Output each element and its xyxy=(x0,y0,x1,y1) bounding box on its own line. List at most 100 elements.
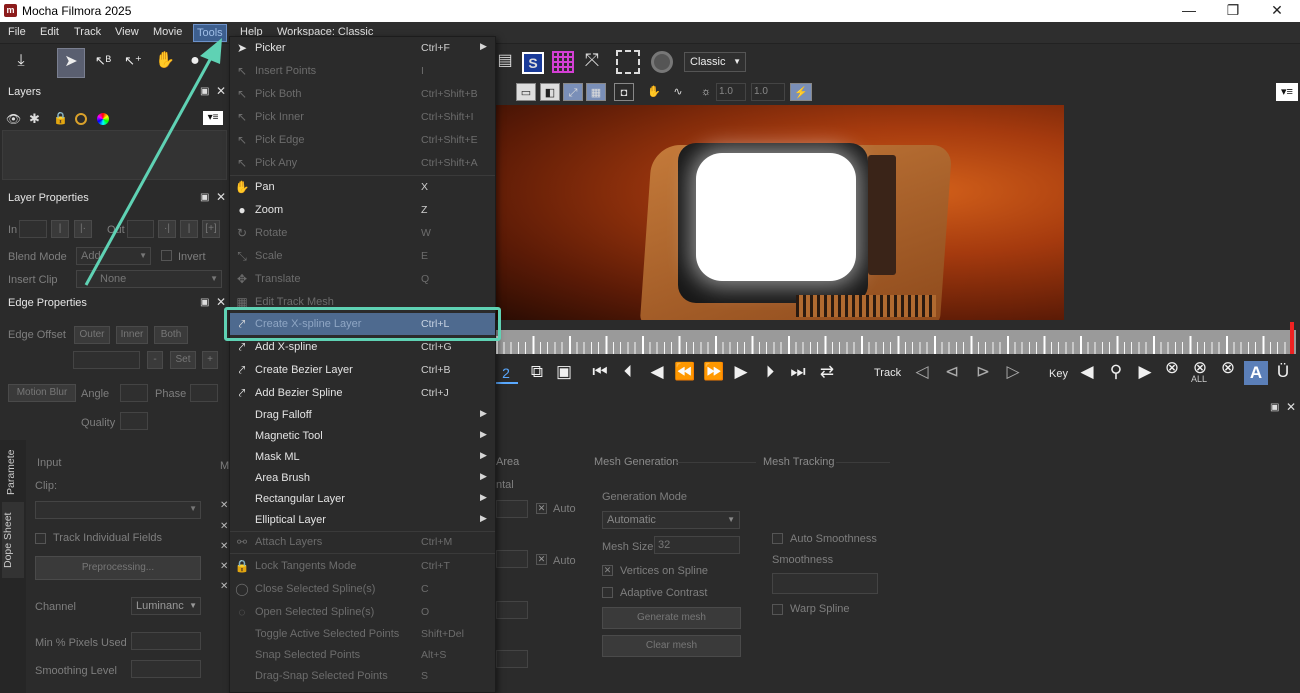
brightness-icon[interactable]: ☼ xyxy=(696,83,716,101)
menu-item-snap-selected-points[interactable]: Snap Selected Points Alt+S xyxy=(230,644,495,666)
x-checkbox-icon[interactable]: ✕ xyxy=(220,541,228,552)
blend-mode-select[interactable]: Add ▼ xyxy=(76,247,151,265)
in-field[interactable] xyxy=(19,220,47,238)
x-checkbox-icon[interactable]: ✕ xyxy=(220,521,228,532)
delete-key-icon[interactable]: ⊗ xyxy=(1161,358,1183,378)
zoom-tool-icon[interactable]: ● xyxy=(182,48,208,74)
umlaut-u-icon[interactable]: Ü xyxy=(1272,362,1294,382)
track-forward-icon[interactable]: ▷ xyxy=(1002,362,1024,382)
insert-clip-select[interactable]: None ▼ xyxy=(76,270,222,288)
pointer-plus-tool-icon[interactable]: ↖⁺ xyxy=(120,48,146,74)
set-out-icon[interactable]: ▣ xyxy=(553,362,575,382)
loop-icon[interactable]: ⇄ xyxy=(816,362,838,382)
float-panel-icon[interactable]: ▣ xyxy=(1270,402,1279,413)
angle-field[interactable] xyxy=(120,384,148,402)
menu-item-scale[interactable]: ⤡ Scale E xyxy=(230,245,495,267)
adaptive-contrast-checkbox[interactable] xyxy=(602,587,613,598)
menu-item-close-selected-splines[interactable]: ◯ Close Selected Spline(s) C xyxy=(230,578,495,600)
play-backward-icon[interactable]: ◀ xyxy=(646,362,668,382)
step-forward-icon[interactable]: ⏩ xyxy=(703,362,725,382)
track-backward-icon[interactable]: ◁ xyxy=(911,362,933,382)
gain-field[interactable]: 1.0 xyxy=(716,83,746,101)
area-field-2[interactable] xyxy=(496,550,528,568)
grid-partial-icon[interactable]: ▤ xyxy=(495,52,515,72)
menu-item-zoom[interactable]: ● Zoom Z xyxy=(230,199,495,221)
out-range-button[interactable]: [+] xyxy=(202,220,220,238)
cog-icon[interactable]: ✱ xyxy=(29,111,40,127)
color-wheel-icon[interactable] xyxy=(97,113,109,125)
timeline-ruler[interactable] xyxy=(496,322,1296,354)
menu-tools[interactable]: Tools xyxy=(193,24,227,42)
lock-icon[interactable]: 🔒 xyxy=(53,111,68,125)
phase-field[interactable] xyxy=(190,384,218,402)
out-goto-button[interactable]: ·| xyxy=(158,220,176,238)
menu-item-elliptical-layer[interactable]: Elliptical Layer ▶ xyxy=(230,509,495,531)
menu-item-pick-inner[interactable]: ↖ Pick Inner Ctrl+Shift+I xyxy=(230,106,495,128)
hand-tool-icon[interactable]: ✋ xyxy=(152,48,178,74)
in-goto-button[interactable]: |· xyxy=(74,220,92,238)
float-panel-icon[interactable]: ▣ xyxy=(200,297,209,308)
layer-menu-icon[interactable]: ▾≡ xyxy=(203,111,223,125)
menu-item-rectangular-layer[interactable]: Rectangular Layer ▶ xyxy=(230,488,495,510)
menu-view[interactable]: View xyxy=(115,26,139,38)
menu-item-area-brush[interactable]: Area Brush ▶ xyxy=(230,467,495,489)
menu-item-lock-tangents-mode[interactable]: 🔒 Lock Tangents Mode Ctrl+T xyxy=(230,555,495,577)
menu-item-pick-both[interactable]: ↖ Pick Both Ctrl+Shift+B xyxy=(230,83,495,105)
menu-track[interactable]: Track xyxy=(74,26,101,38)
menu-item-open-selected-splines[interactable]: ◌ Open Selected Spline(s) O xyxy=(230,601,495,623)
float-panel-icon[interactable]: ▣ xyxy=(200,192,209,203)
viewer-menu-icon[interactable]: ▾≡ xyxy=(1276,83,1298,101)
x-checkbox-icon[interactable]: ✕ xyxy=(220,561,228,572)
snapshot-icon[interactable]: ◘ xyxy=(614,83,634,101)
reference-icon[interactable] xyxy=(651,51,673,73)
auto-checkbox-1[interactable]: ✕ xyxy=(536,503,547,514)
area-field-3[interactable] xyxy=(496,601,528,619)
flash-icon[interactable]: ⚡ xyxy=(790,83,812,101)
inner-button[interactable]: Inner xyxy=(116,326,148,344)
smoothing-level-field[interactable] xyxy=(131,660,201,678)
in-set-button[interactable]: | xyxy=(51,220,69,238)
go-start-icon[interactable]: ⏮ xyxy=(589,362,611,382)
curve-icon[interactable]: ∿ xyxy=(668,83,688,101)
decrement-button[interactable]: - xyxy=(147,351,163,369)
warp-spline-checkbox[interactable] xyxy=(772,604,783,615)
menu-item-create-bezier-layer[interactable]: ⤤ Create Bezier Layer Ctrl+B xyxy=(230,359,495,381)
add-key-icon[interactable]: ⚲ xyxy=(1105,362,1127,382)
menu-item-drag-snap-selected-points[interactable]: Drag-Snap Selected Points S xyxy=(230,665,495,687)
invert-checkbox[interactable] xyxy=(161,250,172,261)
step-forward-key-icon[interactable]: ⏵ xyxy=(759,362,781,382)
color-ring-icon[interactable] xyxy=(75,113,87,125)
menu-edit[interactable]: Edit xyxy=(40,26,59,38)
area-field-1[interactable] xyxy=(496,500,528,518)
outer-button[interactable]: Outer xyxy=(74,326,110,344)
menu-item-pick-edge[interactable]: ↖ Pick Edge Ctrl+Shift+E xyxy=(230,129,495,151)
tab-parameters[interactable]: Paramete xyxy=(5,445,21,495)
close-panel-icon[interactable]: ✕ xyxy=(216,84,226,98)
x-checkbox-icon[interactable]: ✕ xyxy=(220,581,228,592)
x-checkbox-icon[interactable]: ✕ xyxy=(220,500,228,511)
both-button[interactable]: Both xyxy=(154,326,188,344)
out-set-button[interactable]: | xyxy=(180,220,198,238)
preprocessing-button[interactable]: Preprocessing... xyxy=(35,556,201,580)
quality-field[interactable] xyxy=(120,412,148,430)
menu-item-pick-any[interactable]: ↖ Pick Any Ctrl+Shift+A xyxy=(230,152,495,174)
generate-mesh-button[interactable]: Generate mesh xyxy=(602,607,741,629)
save-icon[interactable]: ⤓ xyxy=(8,48,34,74)
menu-item-toggle-active-selected-points[interactable]: Toggle Active Selected Points Shift+Del xyxy=(230,623,495,645)
fit-view-icon[interactable]: ⤧ xyxy=(581,51,603,73)
min-pixels-field[interactable] xyxy=(131,632,201,650)
auto-key-icon[interactable]: A xyxy=(1244,361,1268,385)
stabilize-s-icon[interactable]: S xyxy=(522,52,544,74)
visibility-icon[interactable]: 👁 xyxy=(6,112,21,126)
spline-view-icon[interactable]: ⤢ xyxy=(563,83,583,101)
generation-mode-select[interactable]: Automatic ▼ xyxy=(602,511,740,529)
vertices-on-spline-checkbox[interactable]: ✕ xyxy=(602,565,613,576)
step-back-key-icon[interactable]: ⏴ xyxy=(617,362,639,382)
crop-icon[interactable] xyxy=(616,50,640,74)
maximize-button[interactable]: ❐ xyxy=(1210,0,1256,22)
set-button[interactable]: Set xyxy=(170,351,196,369)
layers-list[interactable] xyxy=(2,130,227,180)
track-step-back-icon[interactable]: ⊲ xyxy=(941,362,963,382)
close-panel-icon[interactable]: ✕ xyxy=(216,190,226,204)
menu-item-drag-falloff[interactable]: Drag Falloff ▶ xyxy=(230,404,495,426)
